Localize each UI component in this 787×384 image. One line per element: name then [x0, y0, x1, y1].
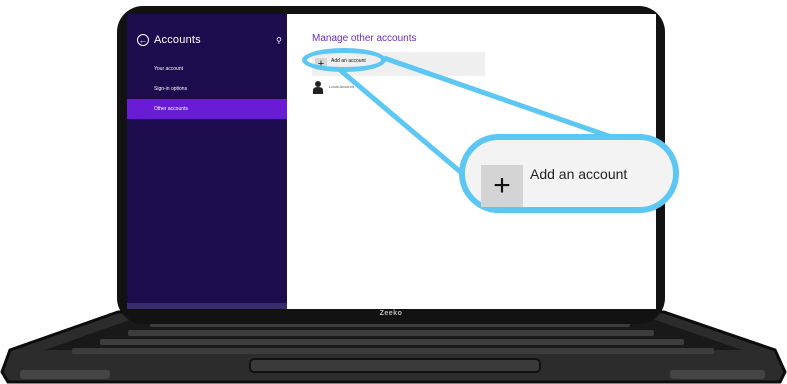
sidebar-nav: Your account Sign-in options Other accou…	[127, 59, 287, 119]
page-title: Manage other accounts	[312, 33, 417, 44]
highlight-ring	[302, 48, 386, 72]
search-icon[interactable]: ⚲	[276, 36, 282, 45]
sidebar-item-sign-in-options[interactable]: Sign-in options	[127, 79, 287, 99]
account-list-item[interactable]: Local Account	[312, 80, 485, 98]
sidebar-item-your-account[interactable]: Your account	[127, 59, 287, 79]
sidebar-header: ← Accounts ⚲	[137, 32, 282, 48]
sidebar-bottom-bar	[127, 303, 287, 309]
callout-label: Add an account	[530, 166, 628, 182]
sidebar-item-other-accounts[interactable]: Other accounts	[127, 99, 287, 119]
account-type: Local Account	[329, 84, 354, 89]
sidebar: ← Accounts ⚲ Your account Sign-in option…	[127, 14, 287, 309]
back-arrow-icon[interactable]: ←	[137, 34, 149, 46]
plus-icon: +	[481, 165, 523, 207]
zoom-callout: + Add an account	[459, 134, 679, 213]
sidebar-title: Accounts	[154, 34, 201, 46]
user-icon	[313, 81, 323, 94]
laptop-brand: Zeeko	[379, 310, 403, 317]
